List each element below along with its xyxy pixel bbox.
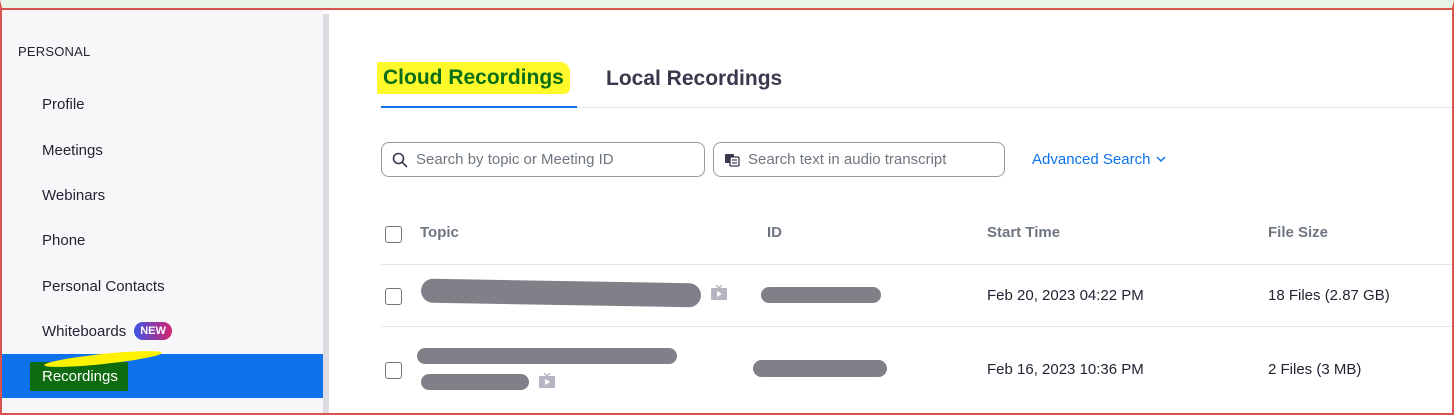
- row-checkbox[interactable]: [385, 362, 402, 379]
- tab-cloud-recordings[interactable]: Cloud Recordings: [377, 50, 577, 108]
- sidebar-item-label: Whiteboards: [42, 322, 127, 340]
- recordings-tabs: Cloud Recordings Local Recordings: [377, 50, 1454, 108]
- recording-play-icon[interactable]: [711, 285, 727, 300]
- sidebar-item-webinars[interactable]: Webinars: [2, 174, 323, 216]
- start-time-cell: Feb 16, 2023 10:36 PM: [987, 361, 1144, 378]
- redacted-topic: [420, 278, 702, 308]
- sidebar-item-label: Personal Contacts: [42, 277, 165, 295]
- advanced-search-label: Advanced Search: [1032, 151, 1151, 168]
- sidebar-item-phone[interactable]: Phone: [2, 219, 323, 261]
- column-header-topic[interactable]: Topic: [420, 224, 459, 241]
- transcript-icon: [725, 153, 740, 167]
- redacted-meeting-id: [761, 287, 881, 303]
- transcript-search-input[interactable]: [748, 151, 1004, 168]
- start-time-cell: Feb 20, 2023 04:22 PM: [987, 287, 1144, 304]
- file-size-cell[interactable]: 18 Files (2.87 GB): [1268, 287, 1390, 304]
- sidebar-item-whiteboards[interactable]: Whiteboards NEW: [2, 310, 323, 352]
- sidebar-item-label: Profile: [42, 95, 85, 113]
- sidebar-item-label: Webinars: [42, 186, 106, 204]
- file-size-cell[interactable]: 2 Files (3 MB): [1268, 361, 1361, 378]
- select-all-checkbox[interactable]: [385, 226, 402, 243]
- column-header-id[interactable]: ID: [767, 224, 782, 241]
- sidebar-item-label: Recordings: [30, 361, 128, 391]
- search-icon: [392, 152, 408, 167]
- transcript-search-box: [713, 142, 1005, 177]
- column-header-start-time[interactable]: Start Time: [987, 224, 1060, 241]
- sidebar-item-personal-contacts[interactable]: Personal Contacts: [2, 265, 323, 307]
- column-header-file-size[interactable]: File Size: [1268, 224, 1328, 241]
- sidebar-item-meetings[interactable]: Meetings: [2, 129, 323, 171]
- row-checkbox[interactable]: [385, 288, 402, 305]
- chevron-down-icon: [1156, 156, 1166, 163]
- tab-local-recordings[interactable]: Local Recordings: [606, 50, 782, 108]
- tab-label: Local Recordings: [606, 67, 783, 90]
- recording-play-icon[interactable]: [539, 373, 555, 388]
- main-content: Cloud Recordings Local Recordings Advanc…: [329, 10, 1454, 413]
- redacted-meeting-id: [753, 360, 887, 377]
- sidebar-item-label: Phone: [42, 231, 86, 249]
- new-badge: NEW: [134, 322, 172, 340]
- sidebar-item-recordings[interactable]: Recordings: [2, 354, 323, 398]
- row-divider: [381, 264, 1454, 265]
- sidebar-item-label: Meetings: [42, 141, 103, 159]
- topic-search-box: [381, 142, 705, 177]
- sidebar: PERSONAL Profile Meetings Webinars Phone…: [2, 10, 323, 413]
- topic-search-input[interactable]: [416, 151, 704, 168]
- advanced-search-button[interactable]: Advanced Search: [1032, 151, 1166, 168]
- row-divider: [381, 326, 1454, 327]
- tab-label: Cloud Recordings: [377, 62, 570, 94]
- redacted-topic: [421, 374, 529, 390]
- section-label-personal: PERSONAL: [18, 44, 91, 59]
- sidebar-item-profile[interactable]: Profile: [2, 83, 323, 125]
- redacted-topic: [417, 348, 677, 364]
